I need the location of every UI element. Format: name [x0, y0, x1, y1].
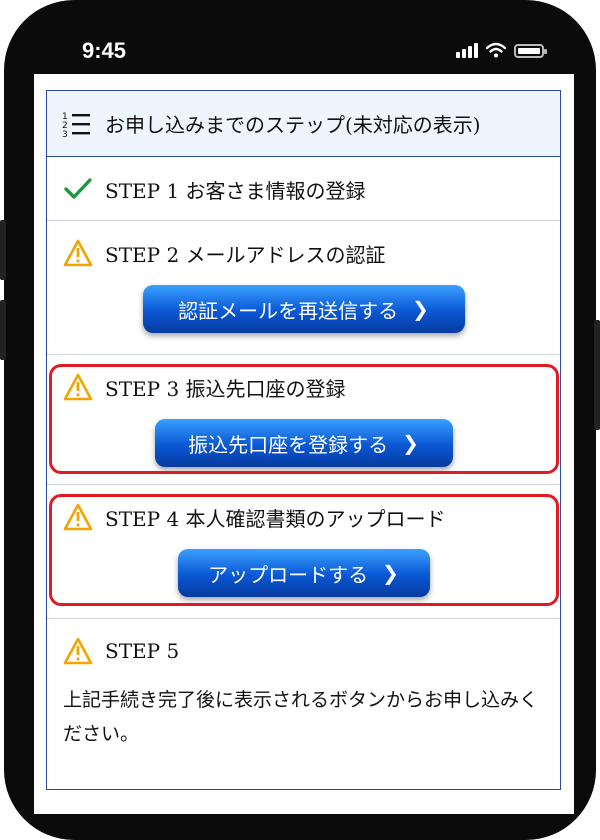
step-2-label: STEP 2 メールアドレスの認証 [105, 242, 386, 267]
warning-icon [63, 637, 93, 665]
screen: 1 2 3 お申し込みまでのステップ(未対応の表示) STEP 1 お客さま情報… [34, 74, 574, 814]
power-button [594, 320, 600, 430]
battery-icon [514, 44, 547, 58]
warning-icon [63, 239, 93, 267]
status-time: 9:45 [82, 38, 127, 63]
list-numbered-icon: 1 2 3 [62, 112, 90, 139]
step-5-note: 上記手続き完了後に表示されるボタンからお申し込みください。 [63, 689, 539, 745]
step-4-highlight [49, 494, 559, 606]
notch [164, 0, 444, 56]
step-3-highlight [49, 364, 559, 474]
status-icons [456, 42, 547, 58]
resend-verification-email-button[interactable]: 認証メールを再送信する ❯ [142, 285, 465, 333]
volume-down-button [0, 300, 6, 360]
step-5: STEP 5 上記手続き完了後に表示されるボタンからお申し込みください。 [47, 619, 560, 751]
signal-icon [456, 43, 478, 58]
step-1-label: STEP 1 お客さま情報の登録 [105, 178, 366, 203]
resend-verification-email-label: 認証メールを再送信する [178, 298, 399, 323]
panel-header: 1 2 3 お申し込みまでのステップ(未対応の表示) [47, 91, 560, 157]
check-icon [64, 178, 92, 199]
step-5-label: STEP 5 [105, 639, 180, 663]
panel-title: お申し込みまでのステップ(未対応の表示) [105, 113, 481, 137]
svg-text:3: 3 [62, 130, 68, 139]
step-1: STEP 1 お客さま情報の登録 [47, 157, 560, 221]
phone-frame: 9:45 1 2 3 お申し込みまでのステップ(未対応の表示) STEP 1 お… [0, 0, 600, 840]
wifi-icon [486, 42, 506, 58]
volume-up-button [0, 220, 6, 280]
step-2: STEP 2 メールアドレスの認証 認証メールを再送信する ❯ [47, 221, 560, 355]
chevron-right-icon: ❯ [412, 297, 429, 321]
